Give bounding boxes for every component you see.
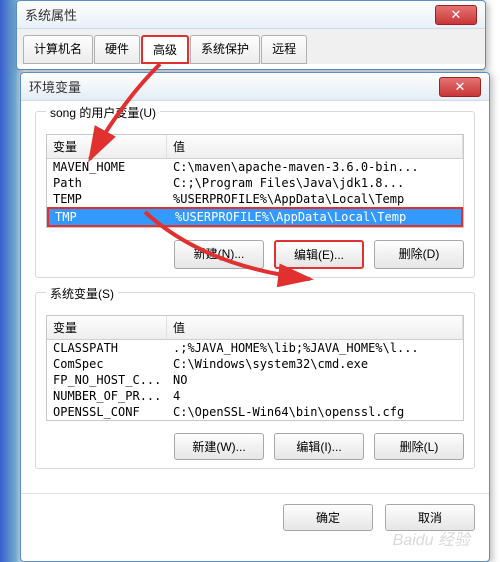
window-title: 系统属性: [25, 5, 77, 24]
group-label: 系统变量(S): [46, 285, 118, 302]
env-vars-window: 环境变量 ✕ song 的用户变量(U) 变量 值 MAVEN_HOME C:\…: [20, 72, 490, 562]
header-var: 变量: [47, 135, 167, 158]
tab-computer-name[interactable]: 计算机名: [23, 35, 93, 64]
edit-user-button[interactable]: 编辑(E)...: [274, 240, 364, 269]
list-row[interactable]: ComSpec C:\Windows\system32\cmd.exe: [47, 356, 463, 372]
cancel-button[interactable]: 取消: [385, 504, 475, 531]
system-vars-group: 系统变量(S) 变量 值 CLASSPATH .;%JAVA_HOME%\lib…: [35, 292, 475, 469]
system-vars-list[interactable]: 变量 值 CLASSPATH .;%JAVA_HOME%\lib;%JAVA_H…: [46, 315, 464, 421]
dialog-buttons: 确定 取消: [21, 493, 489, 541]
system-properties-window: 系统属性 ✕ 计算机名 硬件 高级 系统保护 远程: [16, 0, 486, 70]
close-icon[interactable]: ✕: [435, 5, 477, 25]
list-row[interactable]: MAVEN_HOME C:\maven\apache-maven-3.6.0-b…: [47, 159, 463, 175]
tab-remote[interactable]: 远程: [261, 35, 307, 64]
delete-sys-button[interactable]: 删除(L): [374, 433, 464, 460]
window-title: 环境变量: [29, 77, 81, 96]
close-icon[interactable]: ✕: [439, 77, 481, 97]
titlebar: 环境变量 ✕: [21, 73, 489, 101]
list-header: 变量 值: [47, 135, 463, 159]
tab-system-protection[interactable]: 系统保护: [190, 35, 260, 64]
new-user-button[interactable]: 新建(N)...: [174, 240, 264, 269]
ok-button[interactable]: 确定: [283, 504, 373, 531]
list-row-selected[interactable]: TMP %USERPROFILE%\AppData\Local\Temp: [47, 207, 463, 227]
titlebar: 系统属性 ✕: [17, 1, 485, 29]
edit-sys-button[interactable]: 编辑(I)...: [274, 433, 364, 460]
delete-user-button[interactable]: 删除(D): [374, 240, 464, 269]
list-header: 变量 值: [47, 316, 463, 340]
new-sys-button[interactable]: 新建(W)...: [174, 433, 264, 460]
header-val: 值: [167, 135, 463, 158]
tab-hardware[interactable]: 硬件: [94, 35, 140, 64]
list-row[interactable]: CLASSPATH .;%JAVA_HOME%\lib;%JAVA_HOME%\…: [47, 340, 463, 356]
list-row[interactable]: NUMBER_OF_PR... 4: [47, 388, 463, 404]
tab-advanced[interactable]: 高级: [141, 35, 189, 64]
tab-strip: 计算机名 硬件 高级 系统保护 远程: [17, 29, 485, 64]
group-label: song 的用户变量(U): [46, 104, 160, 121]
header-var: 变量: [47, 316, 167, 339]
list-row[interactable]: OPENSSL_CONF C:\OpenSSL-Win64\bin\openss…: [47, 404, 463, 420]
list-row[interactable]: FP_NO_HOST_C... NO: [47, 372, 463, 388]
list-row[interactable]: Path C:;\Program Files\Java\jdk1.8...: [47, 175, 463, 191]
user-vars-group: song 的用户变量(U) 变量 值 MAVEN_HOME C:\maven\a…: [35, 111, 475, 278]
list-row[interactable]: TEMP %USERPROFILE%\AppData\Local\Temp: [47, 191, 463, 207]
header-val: 值: [167, 316, 463, 339]
user-vars-list[interactable]: 变量 值 MAVEN_HOME C:\maven\apache-maven-3.…: [46, 134, 464, 228]
